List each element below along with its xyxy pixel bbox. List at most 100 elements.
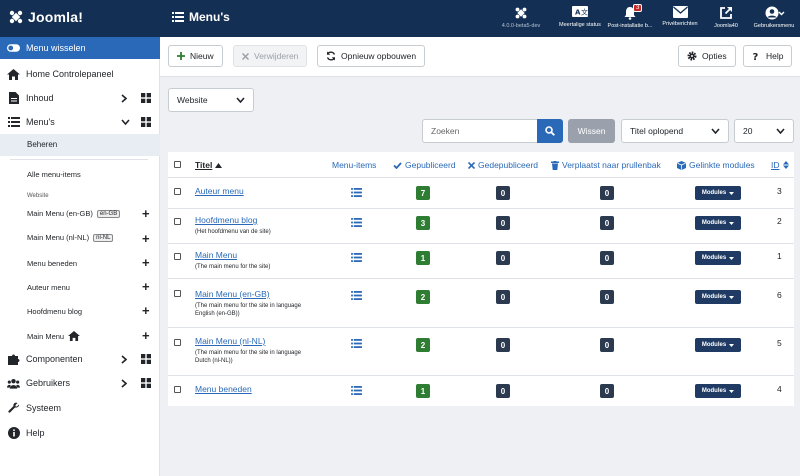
add-icon[interactable]: + (142, 232, 150, 245)
add-icon[interactable]: + (142, 304, 150, 317)
sidebar-item-menus[interactable]: Menu's (0, 110, 160, 134)
select-all-checkbox[interactable] (174, 161, 181, 168)
add-icon[interactable]: + (142, 329, 150, 342)
sidebar-sub-manage[interactable]: Beheren (0, 134, 160, 156)
row-checkbox[interactable] (174, 218, 181, 225)
sidebar-item-content[interactable]: Inhoud (0, 86, 160, 110)
modules-dropdown[interactable]: Modules (695, 216, 741, 230)
sidebar-sub-all-menu-items[interactable]: Alle menu-items (27, 170, 81, 179)
joomla-logo[interactable]: Joomla! (8, 9, 83, 25)
joomla-version[interactable]: 4.0.0-beta5-dev (491, 6, 551, 29)
unpublished-count[interactable]: 0 (496, 186, 510, 200)
modules-dropdown-label: Modules (701, 388, 727, 394)
modules-dropdown[interactable]: Modules (695, 384, 741, 398)
rebuild-button[interactable]: Opnieuw opbouwen (317, 45, 426, 67)
sidebar-item-help[interactable]: Help (0, 421, 160, 445)
chevron-right-icon[interactable] (121, 355, 127, 364)
add-icon[interactable]: + (142, 280, 150, 293)
dashboard-grid-icon[interactable] (141, 354, 151, 364)
row-checkbox[interactable] (174, 188, 181, 195)
dashboard-grid-icon[interactable] (141, 378, 151, 388)
add-icon[interactable]: + (142, 207, 150, 220)
sidebar-menu-item[interactable]: Main Menu (en-GB) en-GB (27, 209, 121, 218)
modules-dropdown[interactable]: Modules (695, 290, 741, 304)
options-button[interactable]: Opties (678, 45, 736, 67)
sidebar-divider (10, 159, 148, 160)
sidebar-menu-item[interactable]: Menu beneden (27, 259, 77, 268)
order-select[interactable]: Titel oplopend (621, 119, 729, 143)
sidebar-item-home[interactable]: Home Controlepaneel (0, 62, 160, 86)
menu-title-link[interactable]: Main Menu (nl-NL) (195, 336, 265, 346)
sidebar-menu-item[interactable]: Main Menu (nl-NL) nl-NL (27, 233, 114, 242)
trashed-count[interactable]: 0 (600, 290, 614, 304)
limit-select[interactable]: 20 (734, 119, 794, 143)
row-checkbox[interactable] (174, 290, 181, 297)
trashed-count[interactable]: 0 (600, 216, 614, 230)
published-count[interactable]: 1 (416, 384, 430, 398)
chevron-down-icon[interactable] (121, 119, 130, 125)
chevron-right-icon[interactable] (121, 94, 127, 103)
table-row: Menu beneden 1 0 0 Modules 4 (168, 375, 794, 406)
sidebar-item-users[interactable]: Gebruikers (0, 371, 160, 395)
menu-title-link[interactable]: Auteur menu (195, 186, 244, 196)
list-icon[interactable] (351, 188, 362, 197)
user-menu[interactable]: Gebruikersmenu (744, 6, 800, 29)
clear-button[interactable]: Wissen (568, 119, 615, 143)
unpublished-count[interactable]: 0 (496, 251, 510, 265)
dashboard-grid-icon[interactable] (141, 117, 151, 127)
trashed-count[interactable]: 0 (600, 186, 614, 200)
unpublished-count[interactable]: 0 (496, 216, 510, 230)
published-count[interactable]: 7 (416, 186, 430, 200)
dashboard-grid-icon[interactable] (141, 93, 151, 103)
home-icon (68, 331, 81, 341)
menu-title-link[interactable]: Hoofdmenu blog (195, 215, 257, 225)
unpublished-count[interactable]: 0 (496, 338, 510, 352)
sidebar-toggle[interactable]: Menu wisselen (0, 37, 160, 59)
modules-dropdown[interactable]: Modules (695, 338, 741, 352)
list-icon[interactable] (351, 291, 362, 300)
column-header-published: Gepubliceerd (393, 160, 456, 170)
published-count[interactable]: 2 (416, 290, 430, 304)
published-count[interactable]: 2 (416, 338, 430, 352)
trashed-count[interactable]: 0 (600, 251, 614, 265)
search-button[interactable] (537, 119, 563, 143)
search-input[interactable]: Zoeken (422, 119, 537, 143)
chevron-right-icon[interactable] (121, 379, 127, 388)
trashed-count[interactable]: 0 (600, 384, 614, 398)
sidebar-menu-item[interactable]: Main Menu (27, 331, 81, 341)
published-count[interactable]: 3 (416, 216, 430, 230)
sidebar-menu-item[interactable]: Auteur menu (27, 283, 70, 292)
trashed-count[interactable]: 0 (600, 338, 614, 352)
sidebar-item-components[interactable]: Componenten (0, 347, 160, 371)
unpublished-count[interactable]: 0 (496, 384, 510, 398)
puzzle-icon (7, 354, 19, 365)
unpublished-count[interactable]: 0 (496, 290, 510, 304)
modules-dropdown[interactable]: Modules (695, 186, 741, 200)
menu-title-link[interactable]: Main Menu (en-GB) (195, 289, 270, 299)
menu-title-link[interactable]: Menu beneden (195, 384, 252, 394)
site-select[interactable]: Website (168, 88, 254, 112)
list-icon[interactable] (351, 339, 362, 348)
sidebar-menu-label: Auteur menu (27, 283, 70, 292)
help-button[interactable]: ? Help (743, 45, 793, 67)
list-icon[interactable] (351, 386, 362, 395)
sidebar-item-system[interactable]: Systeem (0, 396, 160, 420)
sidebar-item-label: Inhoud (26, 93, 54, 103)
row-checkbox[interactable] (174, 253, 181, 260)
add-icon[interactable]: + (142, 256, 150, 269)
menu-title-link[interactable]: Main Menu (195, 250, 237, 260)
sidebar-menu-label: Menu beneden (27, 259, 78, 268)
row-checkbox[interactable] (174, 386, 181, 393)
modules-dropdown[interactable]: Modules (695, 251, 741, 265)
list-icon[interactable] (351, 253, 362, 262)
column-header-id[interactable]: ID (771, 160, 789, 170)
column-header-title[interactable]: Titel (195, 160, 223, 170)
plus-icon (177, 52, 185, 60)
sidebar-menu-item[interactable]: Hoofdmenu blog (27, 307, 82, 316)
new-button[interactable]: Nieuw (168, 45, 223, 67)
delete-button[interactable]: Verwijderen (233, 45, 308, 67)
row-checkbox[interactable] (174, 339, 181, 346)
list-icon[interactable] (351, 218, 362, 227)
published-count[interactable]: 1 (416, 251, 430, 265)
joomla-logo-icon (9, 10, 23, 24)
